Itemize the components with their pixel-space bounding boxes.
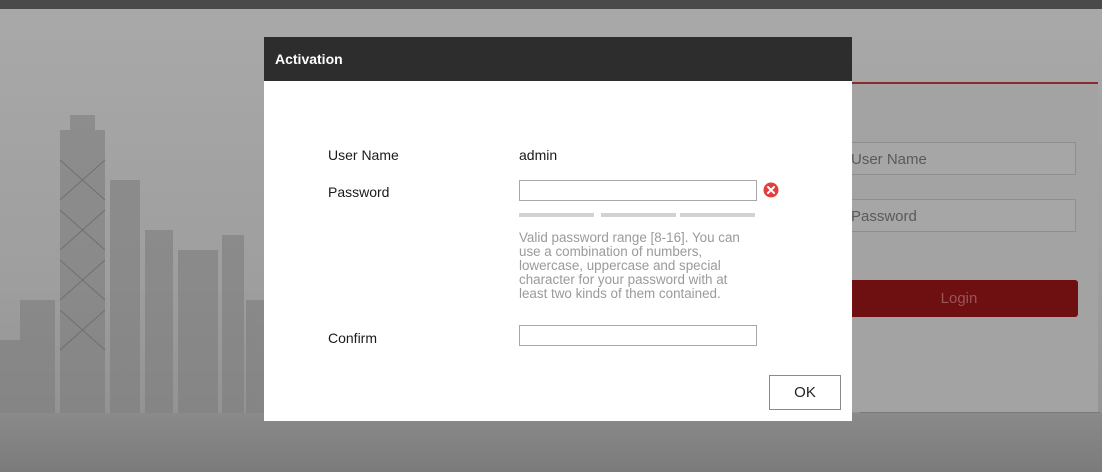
confirm-password-input[interactable] <box>519 325 757 346</box>
error-icon <box>763 182 779 198</box>
background-password-input: Password <box>840 199 1076 232</box>
ok-button[interactable]: OK <box>769 375 841 410</box>
confirm-label: Confirm <box>328 330 378 346</box>
activation-dialog: Activation User Name admin Password Vali… <box>264 37 852 421</box>
password-hint: Valid password range [8-16]. You can use… <box>519 230 740 301</box>
dialog-title: Activation <box>264 37 852 81</box>
background-login-button: Login <box>840 280 1078 317</box>
login-panel <box>840 82 1098 412</box>
password-strength-bar <box>601 213 676 217</box>
password-label: Password <box>328 184 390 200</box>
username-label: User Name <box>328 147 399 163</box>
ground-strip <box>0 413 1102 472</box>
password-input[interactable] <box>519 180 757 201</box>
password-strength-bar <box>519 213 594 217</box>
password-strength-bar <box>680 213 755 217</box>
username-value: admin <box>519 147 558 163</box>
background-username-input: User Name <box>840 142 1076 175</box>
